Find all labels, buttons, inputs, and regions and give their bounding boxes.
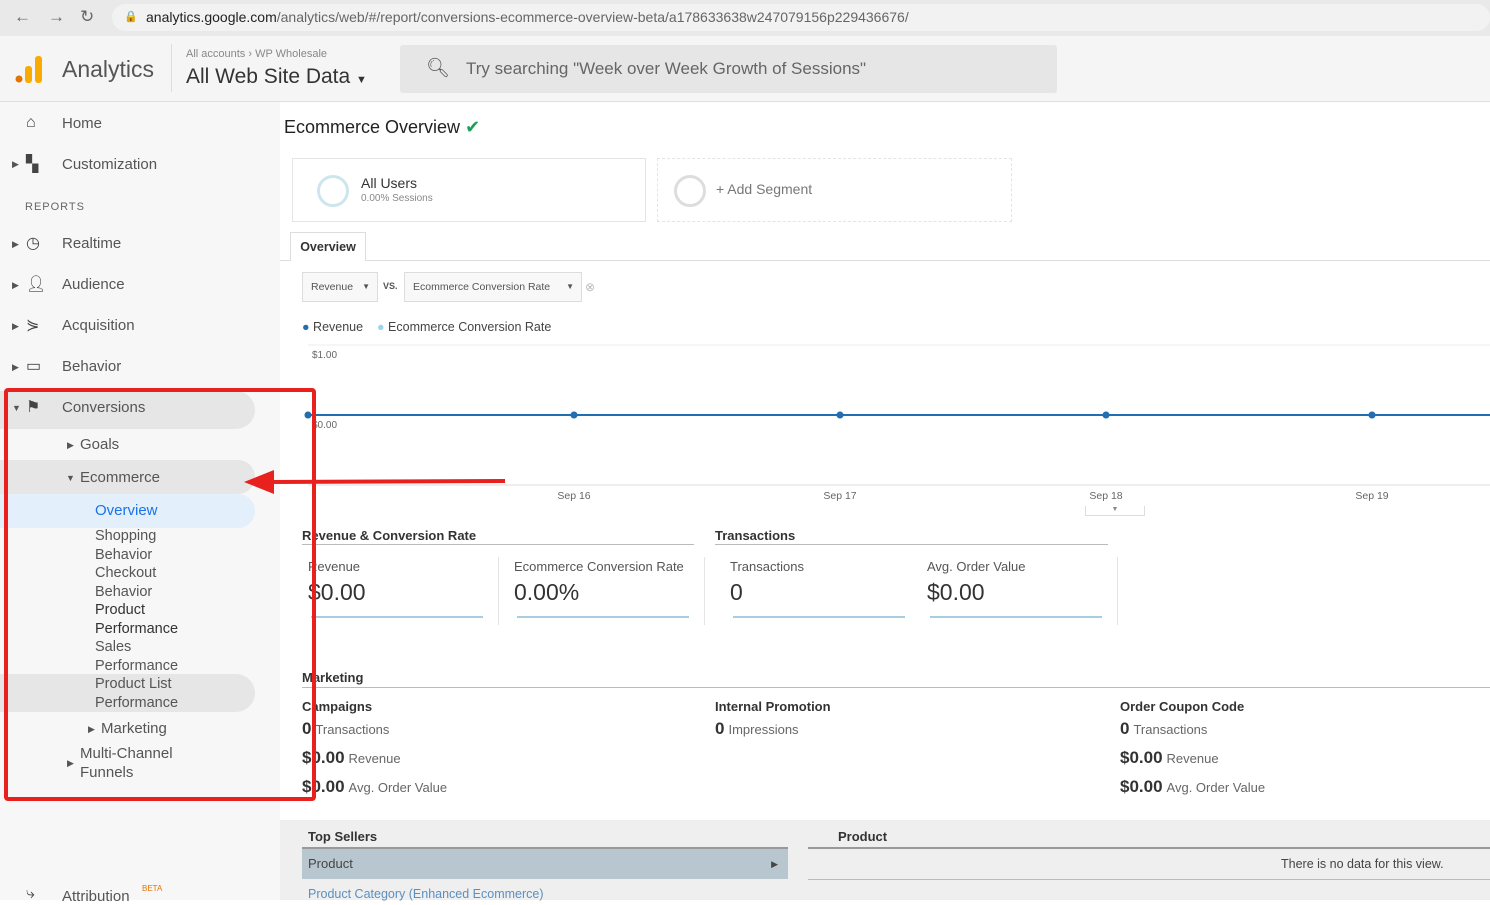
no-data-message: There is no data for this view. xyxy=(1281,857,1444,871)
attribution-icon: ⤷ xyxy=(26,885,35,902)
kpi-value: 0 xyxy=(730,579,743,605)
analytics-logo-icon xyxy=(15,56,42,83)
product-column-header: Product xyxy=(838,829,888,844)
back-icon[interactable]: ← xyxy=(14,7,31,27)
kpi-label: Transactions xyxy=(730,559,804,574)
y-tick-label: $1.00 xyxy=(312,350,337,361)
home-icon: ⌂ xyxy=(26,114,36,131)
url-bar[interactable]: 🔒 analytics.google.com/analytics/web/#/re… xyxy=(112,4,1490,31)
sidebar-item-acquisition[interactable]: Acquisition xyxy=(62,317,135,334)
kpi-label: Ecommerce Conversion Rate xyxy=(514,559,684,574)
marketing-internal-row: 0 Impressions xyxy=(715,719,799,738)
marketing-coupon-row: 0 Transactions xyxy=(1120,719,1208,738)
sidebar-item-customization[interactable]: Customization xyxy=(62,156,157,173)
marketing-campaigns-row: $0.00 Avg. Order Value xyxy=(302,777,448,796)
breadcrumb[interactable]: All accounts › WP Wholesale xyxy=(186,48,327,60)
lock-icon: 🔒 xyxy=(124,11,138,23)
page-title: Ecommerce Overview ✔ xyxy=(284,117,481,137)
marketing-coupon-title: Order Coupon Code xyxy=(1120,699,1245,714)
annotation-arrow xyxy=(244,470,506,494)
metric-select-secondary[interactable]: Ecommerce Conversion Rate ▼ xyxy=(404,272,582,302)
marketing-campaigns-row: $0.00 Revenue xyxy=(302,748,401,767)
property-selector[interactable]: All Web Site Data ▼ xyxy=(186,65,367,89)
chart-legend: ● Revenue ● Ecommerce Conversion Rate xyxy=(302,320,552,334)
chart-expand-handle[interactable]: ▼ xyxy=(1085,506,1145,516)
verified-check-icon: ✔ xyxy=(465,117,481,137)
marketing-coupon-row: $0.00 Avg. Order Value xyxy=(1120,777,1266,796)
reload-icon[interactable]: ↻ xyxy=(80,7,94,27)
chevron-down-icon: ▼ xyxy=(566,282,574,291)
kpi-sparkline xyxy=(733,616,905,618)
annotation-highlight-box xyxy=(4,388,316,801)
segment-all-users[interactable]: All Users 0.00% Sessions xyxy=(292,158,646,222)
x-tick-label: Sep 18 xyxy=(1089,490,1122,502)
sidebar-item-behavior[interactable]: Behavior xyxy=(62,358,121,375)
marketing-coupon-row: $0.00 Revenue xyxy=(1120,748,1219,767)
tab-overview[interactable]: Overview xyxy=(290,232,366,261)
data-point xyxy=(1368,411,1376,419)
person-icon: 👤︎ xyxy=(26,276,47,293)
data-point xyxy=(570,411,578,419)
kpi-sparkline xyxy=(311,616,483,618)
app-header: Analytics All accounts › WP Wholesale Al… xyxy=(0,36,1490,102)
beta-badge: BETA xyxy=(142,884,163,893)
data-point xyxy=(1102,411,1110,419)
reports-label: REPORTS xyxy=(25,201,85,213)
customization-icon: ▚ xyxy=(26,156,39,173)
section-transactions-title: Transactions xyxy=(715,528,796,543)
remove-metric-icon[interactable]: ⊗ xyxy=(585,280,595,294)
kpi-sparkline xyxy=(930,616,1102,618)
metric-select-primary[interactable]: Revenue ▼ xyxy=(302,272,378,302)
kpi-label: Avg. Order Value xyxy=(927,559,1026,574)
kpi-sparkline xyxy=(517,616,689,618)
chevron-down-icon: ▼ xyxy=(362,282,370,291)
search-input[interactable]: 🔍︎ Try searching "Week over Week Growth o… xyxy=(400,45,1057,93)
browser-bar: ← → ↻ 🔒 analytics.google.com/analytics/we… xyxy=(0,0,1490,36)
app-name: Analytics xyxy=(62,56,155,82)
product-category-link[interactable]: Product Category (Enhanced Ecommerce) xyxy=(308,887,544,901)
forward-icon[interactable]: → xyxy=(48,7,65,27)
add-segment-button[interactable]: + Add Segment xyxy=(657,158,1012,222)
section-revenue-title: Revenue & Conversion Rate xyxy=(302,528,477,543)
x-tick-label: Sep 19 xyxy=(1355,490,1388,502)
chevron-down-icon: ▼ xyxy=(356,74,367,86)
data-point xyxy=(836,411,844,419)
kpi-value: $0.00 xyxy=(308,579,366,605)
search-icon: 🔍︎ xyxy=(426,58,451,79)
top-sellers-product-row[interactable]: Product ▶ xyxy=(302,847,788,879)
kpi-value: 0.00% xyxy=(514,579,580,605)
x-tick-label: Sep 16 xyxy=(557,490,590,502)
x-tick-label: Sep 17 xyxy=(823,490,856,502)
top-sellers-title: Top Sellers xyxy=(308,829,378,844)
clock-icon: ◷ xyxy=(26,235,40,252)
behavior-icon: ▭ xyxy=(26,358,42,375)
sidebar-item-attribution[interactable]: Attribution xyxy=(62,888,130,905)
marketing-internal-title: Internal Promotion xyxy=(715,699,831,714)
acquisition-icon: ⋟ xyxy=(26,317,40,334)
sidebar-item-home[interactable]: Home xyxy=(62,115,102,132)
main-content: Ecommerce Overview ✔ All Users 0.00% Ses… xyxy=(280,102,1490,901)
sidebar-item-audience[interactable]: Audience xyxy=(62,276,125,293)
kpi-value: $0.00 xyxy=(927,579,985,605)
sidebar-item-realtime[interactable]: Realtime xyxy=(62,235,121,252)
